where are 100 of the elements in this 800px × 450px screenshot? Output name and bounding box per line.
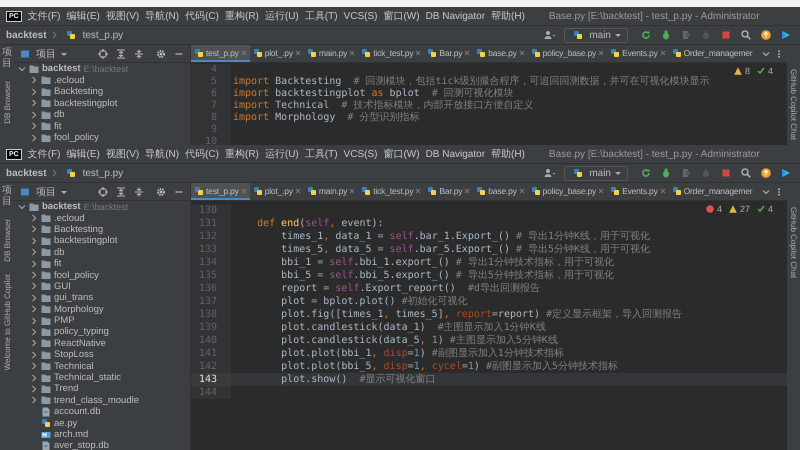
settings-icon[interactable] xyxy=(156,186,166,196)
tool-window-tab[interactable]: DB Browser xyxy=(2,219,12,262)
breadcrumb-file[interactable]: test_p.py xyxy=(82,30,124,40)
menu-item[interactable]: DB Navigator xyxy=(426,10,486,22)
tree-item[interactable]: backtestingplot xyxy=(54,98,118,109)
chevron-icon[interactable] xyxy=(30,99,38,108)
editor-tab[interactable]: main.py xyxy=(304,183,358,200)
close-icon[interactable] xyxy=(464,50,470,56)
tree-item[interactable]: fool_policy xyxy=(54,132,99,144)
menu-item[interactable]: 视图(V) xyxy=(106,147,140,161)
editor-tab[interactable]: policy_base.py xyxy=(528,183,608,200)
chevron-icon[interactable] xyxy=(30,282,38,290)
close-icon[interactable] xyxy=(464,188,470,194)
view-selector[interactable]: 项目 xyxy=(36,46,56,60)
menu-item[interactable]: 帮助(H) xyxy=(491,147,525,161)
tree-item[interactable]: GUI xyxy=(54,280,71,292)
chevron-icon[interactable] xyxy=(30,384,38,393)
tool-window-tab[interactable]: GitHub Copilot Chat xyxy=(789,207,798,278)
menu-item[interactable]: 重构(R) xyxy=(224,9,259,23)
close-icon[interactable] xyxy=(415,188,422,194)
menu-item[interactable]: 编辑(E) xyxy=(66,9,100,23)
tree-item[interactable]: Morphology xyxy=(54,304,104,315)
menu-item[interactable]: VCS(S) xyxy=(344,148,378,160)
tree-item[interactable]: fit xyxy=(54,258,62,270)
warning-icon[interactable] xyxy=(728,205,737,213)
chevron-icon[interactable] xyxy=(30,122,38,130)
tree-item[interactable]: fool_policy xyxy=(54,270,99,281)
view-selector[interactable]: 项目 xyxy=(36,184,56,198)
close-icon[interactable] xyxy=(349,50,356,56)
editor-tab[interactable]: test_p.py xyxy=(191,45,250,62)
tree-item[interactable]: Technical_static xyxy=(54,372,122,384)
tree-item[interactable]: Technical xyxy=(54,360,94,372)
tree-item[interactable]: trend_class_moudle xyxy=(54,394,140,406)
tree-item[interactable]: StopLoss xyxy=(54,349,94,360)
menu-item[interactable]: 导航(N) xyxy=(145,147,180,161)
editor-tab[interactable]: Events.py xyxy=(607,45,669,62)
editor-tab[interactable]: main.py xyxy=(304,45,358,62)
close-icon[interactable] xyxy=(349,188,356,194)
tree-item[interactable]: backtest xyxy=(42,201,81,212)
chevron-icon[interactable] xyxy=(30,134,38,142)
error-icon[interactable] xyxy=(706,205,714,213)
close-icon[interactable] xyxy=(294,188,301,194)
editor-tab[interactable]: Bar.py xyxy=(424,183,474,200)
rerun-icon[interactable] xyxy=(641,168,651,178)
menu-item[interactable]: 文件(F) xyxy=(28,9,61,23)
chevron-icon[interactable] xyxy=(30,328,38,336)
close-icon[interactable] xyxy=(294,50,301,56)
close-icon[interactable] xyxy=(598,50,604,56)
chevron-icon[interactable] xyxy=(30,305,38,314)
close-icon[interactable] xyxy=(598,188,604,194)
breadcrumb-project[interactable]: backtest xyxy=(6,30,47,40)
tree-item[interactable]: account.db xyxy=(54,406,100,418)
menu-item[interactable]: 重构(R) xyxy=(224,147,259,161)
tree-item[interactable]: backtestingplot xyxy=(54,235,118,246)
menu-item[interactable]: 窗口(W) xyxy=(383,9,420,23)
expand-all-icon[interactable] xyxy=(116,186,126,196)
chevron-icon[interactable] xyxy=(30,110,38,119)
close-icon[interactable] xyxy=(660,188,666,194)
tool-window-tab[interactable]: 项目 xyxy=(2,47,12,69)
branch-dropdown[interactable]: main xyxy=(564,28,628,42)
editor-tab[interactable]: Bar.py xyxy=(424,45,474,62)
close-icon[interactable] xyxy=(415,50,422,56)
chevron-icon[interactable] xyxy=(30,248,38,256)
chevron-icon[interactable] xyxy=(30,374,38,382)
tree-item[interactable]: ae.py xyxy=(54,418,78,429)
tree-item[interactable]: db xyxy=(54,246,65,258)
menu-item[interactable]: 帮助(H) xyxy=(491,9,525,23)
tree-item[interactable]: policy_typing xyxy=(54,326,109,338)
stop-icon[interactable] xyxy=(721,30,731,40)
menu-item[interactable]: 导航(N) xyxy=(145,9,180,23)
chevron-down-icon[interactable] xyxy=(762,50,770,58)
breadcrumb-project[interactable]: backtest xyxy=(6,168,47,178)
tree-item[interactable]: fit xyxy=(54,120,62,132)
chevron-icon[interactable] xyxy=(30,396,38,404)
menu-item[interactable]: 文件(F) xyxy=(28,147,61,161)
chevron-icon[interactable] xyxy=(30,76,38,84)
tree-item[interactable]: arch.md xyxy=(54,429,88,440)
search-icon[interactable] xyxy=(741,30,751,40)
menu-item[interactable]: 代码(C) xyxy=(185,9,219,23)
update-icon[interactable] xyxy=(761,168,771,178)
editor-tab[interactable]: plot_.py xyxy=(250,45,304,62)
collapse-all-icon[interactable] xyxy=(134,48,144,58)
chevron-icon[interactable] xyxy=(30,225,38,234)
menu-item[interactable]: VCS(S) xyxy=(344,10,378,22)
locate-icon[interactable] xyxy=(98,48,108,58)
menu-item[interactable]: 编辑(E) xyxy=(66,147,100,161)
chevron-icon[interactable] xyxy=(30,294,38,302)
tree-item[interactable]: aver_stop.db xyxy=(54,440,109,450)
rerun-icon[interactable] xyxy=(641,30,651,40)
menu-item[interactable]: DB Navigator xyxy=(426,148,486,160)
tree-item[interactable]: .ecloud xyxy=(54,74,85,86)
collapse-all-icon[interactable] xyxy=(134,186,144,196)
bug-icon[interactable] xyxy=(661,30,671,40)
tree-item[interactable]: ReactNative xyxy=(54,338,106,349)
menu-item[interactable]: 视图(V) xyxy=(106,9,140,23)
editor-tab[interactable]: test_p.py xyxy=(191,183,250,200)
user-icon[interactable] xyxy=(544,168,556,178)
menu-item[interactable]: 工具(T) xyxy=(304,9,338,23)
editor-tab[interactable]: policy_base.py xyxy=(528,45,608,62)
tree-item[interactable]: Backtesting xyxy=(54,224,104,235)
